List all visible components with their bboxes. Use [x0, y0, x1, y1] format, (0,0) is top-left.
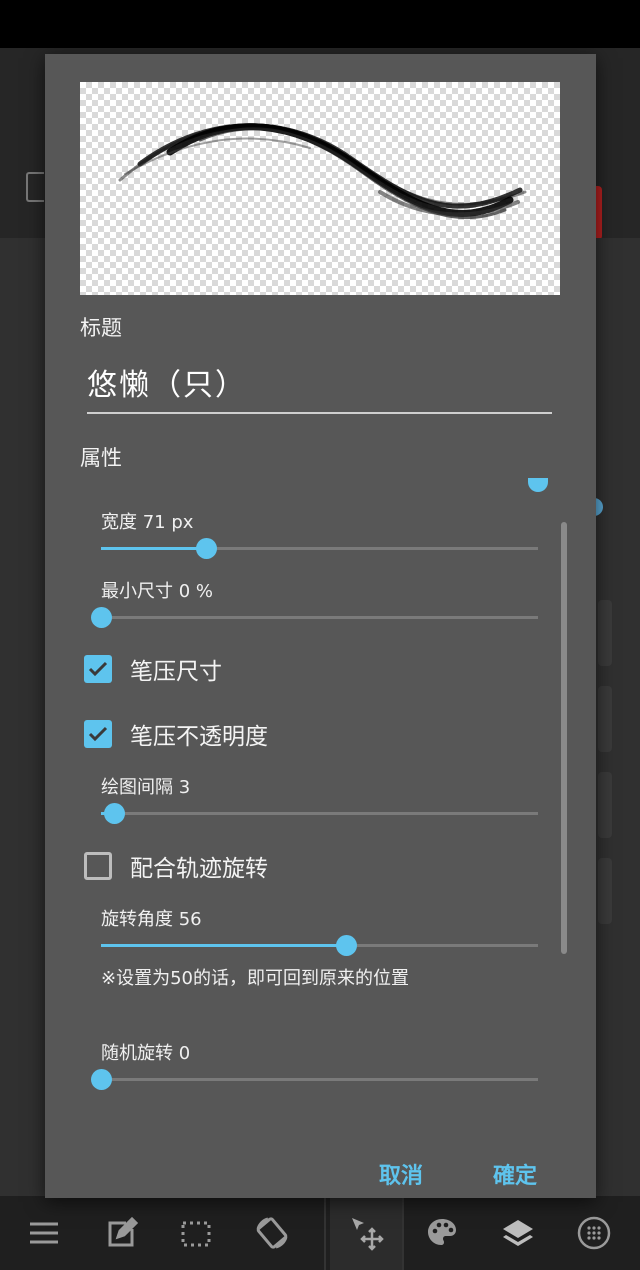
- pressure-size-label: 笔压尺寸: [130, 659, 222, 685]
- width-slider[interactable]: [101, 536, 538, 562]
- selection-button[interactable]: [160, 1196, 232, 1270]
- ok-button[interactable]: 確定: [485, 1154, 545, 1194]
- min-size-label: 最小尺寸 0 %: [101, 581, 213, 602]
- rotate-with-stroke-option[interactable]: 配合轨迹旋转: [84, 848, 268, 884]
- background-item: [598, 686, 612, 752]
- slider-thumb[interactable]: [91, 607, 112, 628]
- layers-icon: [503, 1220, 533, 1246]
- brush-stroke-preview: [118, 123, 527, 220]
- slider-thumb[interactable]: [195, 538, 217, 559]
- menu-icon: [30, 1222, 58, 1244]
- slider-thumb[interactable]: [104, 803, 126, 824]
- slider-track: [101, 616, 538, 619]
- rotate-with-stroke-label: 配合轨迹旋转: [130, 856, 268, 882]
- pressure-opacity-checkbox[interactable]: [84, 720, 112, 748]
- check-icon: [88, 726, 108, 742]
- status-bar: [0, 0, 640, 48]
- toolbar-divider: [402, 1196, 404, 1270]
- background-panel-left: [0, 238, 45, 1198]
- move-icon: [352, 1218, 384, 1251]
- spacing-slider[interactable]: [101, 801, 538, 827]
- width-label: 宽度 71 px: [101, 512, 194, 533]
- cancel-button[interactable]: 取消: [371, 1154, 431, 1194]
- move-button[interactable]: [330, 1196, 402, 1270]
- rotate-icon: [256, 1217, 288, 1249]
- background-item: [598, 600, 612, 666]
- slider-track: [101, 812, 538, 815]
- random-rotation-label: 随机旋转 0: [101, 1043, 191, 1064]
- slider-fill: [101, 547, 206, 550]
- slider-track: [101, 1078, 538, 1081]
- pressure-opacity-option[interactable]: 笔压不透明度: [84, 716, 268, 752]
- edit-icon: [108, 1216, 138, 1247]
- properties-scrollbar[interactable]: [561, 522, 567, 954]
- slider-thumb[interactable]: [91, 1069, 112, 1090]
- rotation-angle-slider[interactable]: [101, 933, 538, 959]
- pressure-size-option[interactable]: 笔压尺寸: [84, 651, 222, 687]
- brush-settings-dialog: 标题 属性 宽度 71 px 最小尺寸 0 % 笔压尺寸 笔压不透明度 绘图间隔…: [45, 54, 596, 1198]
- edit-button[interactable]: [84, 1196, 156, 1270]
- rotation-angle-label: 旋转角度 56: [101, 909, 202, 930]
- background-item: [598, 772, 612, 838]
- background-item: [598, 858, 612, 924]
- grid-icon: [577, 1216, 611, 1250]
- background-checkbox: [26, 172, 44, 202]
- slider-fill: [101, 944, 346, 947]
- palette-icon: [428, 1219, 456, 1245]
- slider-thumb[interactable]: [335, 935, 357, 956]
- bottom-toolbar: [0, 1196, 640, 1270]
- palette-button[interactable]: [406, 1196, 478, 1270]
- pressure-opacity-label: 笔压不透明度: [130, 724, 268, 750]
- rotate-with-stroke-checkbox[interactable]: [84, 852, 112, 880]
- brush-preview: [80, 82, 560, 295]
- rotation-angle-note: ※设置为50的话，即可回到原来的位置: [101, 968, 409, 989]
- menu-button[interactable]: [8, 1196, 80, 1270]
- brush-title-input[interactable]: [87, 356, 552, 414]
- min-size-slider[interactable]: [91, 605, 538, 631]
- random-rotation-slider[interactable]: [91, 1067, 538, 1093]
- scroll-top-indicator: [528, 478, 548, 492]
- check-icon: [88, 661, 108, 677]
- toolbar-divider: [324, 1196, 326, 1270]
- rotate-button[interactable]: [236, 1196, 308, 1270]
- selection-icon: [181, 1221, 211, 1247]
- pressure-size-checkbox[interactable]: [84, 655, 112, 683]
- background-red-button: [596, 186, 602, 240]
- title-label: 标题: [80, 316, 122, 340]
- properties-label: 属性: [80, 446, 122, 470]
- layers-button[interactable]: [482, 1196, 554, 1270]
- spacing-label: 绘图间隔 3: [101, 777, 191, 798]
- grid-button[interactable]: [558, 1196, 630, 1270]
